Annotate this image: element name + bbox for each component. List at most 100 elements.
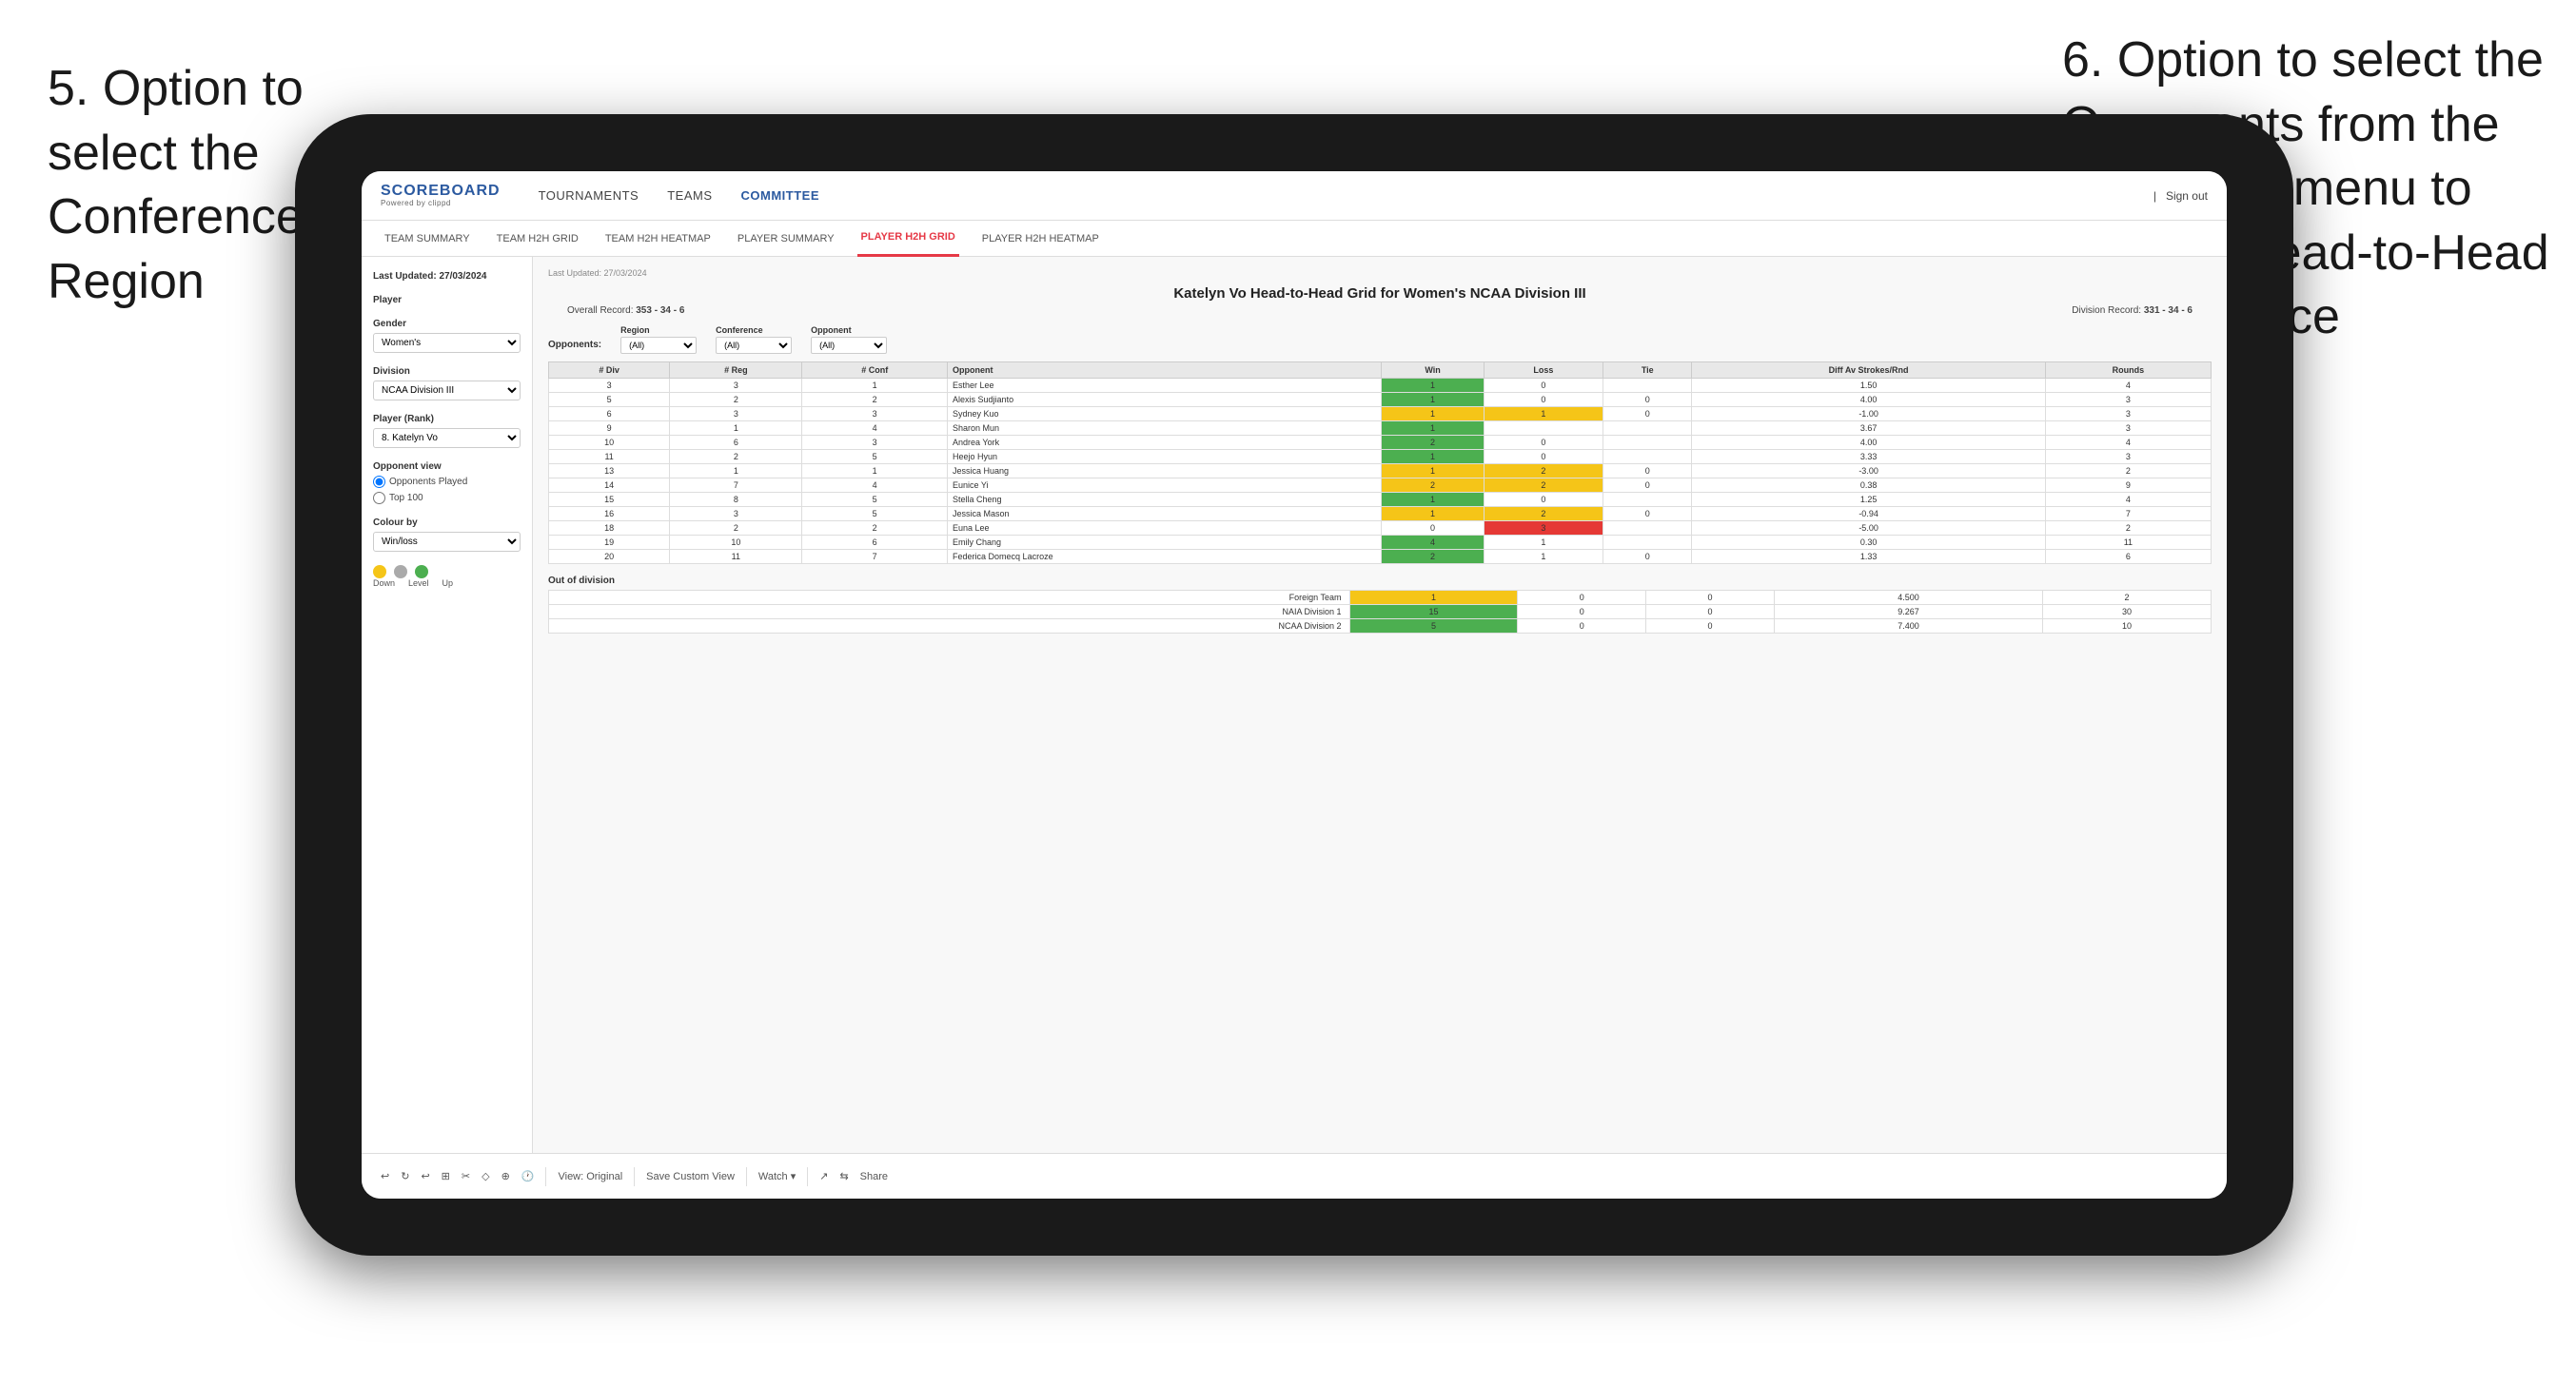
colour-by-select[interactable]: Win/loss	[373, 532, 521, 552]
cell-win: 2	[1382, 436, 1484, 450]
cell-win: 0	[1382, 521, 1484, 536]
toolbar-save-custom[interactable]: Save Custom View	[646, 1171, 735, 1182]
conference-filter: Conference (All)	[716, 325, 792, 354]
cell-loss: 3	[1484, 521, 1603, 536]
toolbar-swap[interactable]: ⇆	[839, 1170, 848, 1182]
ood-cell-opponent: NCAA Division 2	[549, 619, 1350, 634]
last-updated-section: Last Updated: 27/03/2024	[373, 271, 521, 282]
cell-reg: 3	[670, 379, 802, 393]
sub-nav-player-h2h-grid[interactable]: PLAYER H2H GRID	[857, 221, 959, 257]
legend-down: Down	[373, 578, 395, 588]
conference-select[interactable]: (All)	[716, 337, 792, 354]
cell-win: 1	[1382, 379, 1484, 393]
cell-tie	[1603, 421, 1692, 436]
cell-reg: 6	[670, 436, 802, 450]
cell-rounds: 6	[2045, 550, 2211, 564]
toolbar-cut[interactable]: ✂	[462, 1170, 470, 1182]
cell-opponent: Sydney Kuo	[948, 407, 1382, 421]
toolbar-sep-4	[807, 1167, 808, 1186]
cell-win: 1	[1382, 393, 1484, 407]
cell-diff: -0.94	[1692, 507, 2045, 521]
cell-loss: 0	[1484, 450, 1603, 464]
gender-label: Gender	[373, 319, 521, 329]
cell-conf: 3	[802, 407, 948, 421]
toolbar-time[interactable]: 🕐	[521, 1170, 535, 1182]
nav-teams[interactable]: TEAMS	[667, 188, 712, 203]
toolbar-grid[interactable]: ⊞	[442, 1170, 450, 1182]
cell-win: 2	[1382, 478, 1484, 493]
cell-div: 20	[549, 550, 670, 564]
opponents-label: Opponents:	[548, 340, 601, 350]
cell-tie	[1603, 521, 1692, 536]
sub-nav-player-h2h-heatmap[interactable]: PLAYER H2H HEATMAP	[978, 221, 1103, 257]
cell-div: 15	[549, 493, 670, 507]
cell-conf: 2	[802, 393, 948, 407]
col-loss: Loss	[1484, 362, 1603, 379]
cell-diff: 4.00	[1692, 436, 2045, 450]
nav-committee[interactable]: COMMITTEE	[741, 188, 820, 203]
cell-loss: 2	[1484, 507, 1603, 521]
toolbar-back[interactable]: ↩	[421, 1170, 429, 1182]
toolbar-view-original[interactable]: View: Original	[558, 1171, 622, 1182]
ood-cell-win: 15	[1349, 605, 1518, 619]
table-row: 3 3 1 Esther Lee 1 0 1.50 4	[549, 379, 2212, 393]
colour-by-label: Colour by	[373, 517, 521, 528]
toolbar-redo[interactable]: ↻	[401, 1170, 409, 1182]
ood-cell-opponent: NAIA Division 1	[549, 605, 1350, 619]
nav-tournaments[interactable]: TOURNAMENTS	[539, 188, 639, 203]
ood-table-row: Foreign Team 1 0 0 4.500 2	[549, 591, 2212, 605]
radio-opponents-played[interactable]: Opponents Played	[373, 476, 521, 488]
filter-section: Opponents: Region (All) Conference (All)	[548, 325, 2212, 354]
sub-nav-team-h2h-grid[interactable]: TEAM H2H GRID	[493, 221, 582, 257]
sub-nav-team-h2h-heatmap[interactable]: TEAM H2H HEATMAP	[601, 221, 715, 257]
toolbar-diamond[interactable]: ◇	[482, 1170, 489, 1182]
table-row: 14 7 4 Eunice Yi 2 2 0 0.38 9	[549, 478, 2212, 493]
sub-nav-player-summary[interactable]: PLAYER SUMMARY	[734, 221, 838, 257]
cell-tie	[1603, 536, 1692, 550]
sign-out-link[interactable]: Sign out	[2166, 189, 2208, 203]
player-rank-select[interactable]: 8. Katelyn Vo	[373, 428, 521, 448]
opponent-radio-group: Opponents Played Top 100	[373, 476, 521, 504]
cell-diff: -1.00	[1692, 407, 2045, 421]
cell-reg: 3	[670, 407, 802, 421]
cell-rounds: 2	[2045, 464, 2211, 478]
toolbar-add[interactable]: ⊕	[501, 1170, 510, 1182]
legend-up: Up	[442, 578, 454, 588]
radio-top100[interactable]: Top 100	[373, 492, 521, 504]
sub-nav-team-summary[interactable]: TEAM SUMMARY	[381, 221, 474, 257]
gender-select[interactable]: Women's	[373, 333, 521, 353]
toolbar-sep-3	[746, 1167, 747, 1186]
cell-win: 1	[1382, 464, 1484, 478]
player-section: Player	[373, 295, 521, 305]
cell-loss: 1	[1484, 536, 1603, 550]
region-select[interactable]: (All)	[620, 337, 697, 354]
division-select[interactable]: NCAA Division III	[373, 381, 521, 400]
cell-win: 1	[1382, 407, 1484, 421]
sub-nav: TEAM SUMMARY TEAM H2H GRID TEAM H2H HEAT…	[362, 221, 2227, 257]
opponent-select[interactable]: (All)	[811, 337, 887, 354]
logo-area: SCOREBOARD Powered by clippd	[381, 184, 501, 207]
cell-conf: 5	[802, 493, 948, 507]
toolbar-export[interactable]: ↗	[819, 1170, 828, 1182]
ood-cell-tie: 0	[1646, 619, 1775, 634]
toolbar-watch[interactable]: Watch ▾	[758, 1170, 796, 1182]
cell-tie	[1603, 450, 1692, 464]
cell-reg: 2	[670, 450, 802, 464]
cell-diff: -5.00	[1692, 521, 2045, 536]
table-row: 6 3 3 Sydney Kuo 1 1 0 -1.00 3	[549, 407, 2212, 421]
table-row: 19 10 6 Emily Chang 4 1 0.30 11	[549, 536, 2212, 550]
out-of-division-label: Out of division	[548, 576, 2212, 586]
toolbar-share[interactable]: Share	[860, 1171, 888, 1182]
cell-rounds: 2	[2045, 521, 2211, 536]
toolbar-undo[interactable]: ↩	[381, 1170, 389, 1182]
cell-opponent: Esther Lee	[948, 379, 1382, 393]
cell-rounds: 4	[2045, 436, 2211, 450]
color-legend	[373, 565, 521, 578]
cell-win: 4	[1382, 536, 1484, 550]
ood-cell-rounds: 2	[2043, 591, 2212, 605]
col-conf: # Conf	[802, 362, 948, 379]
ood-cell-rounds: 10	[2043, 619, 2212, 634]
color-dot-up	[415, 565, 428, 578]
cell-tie: 0	[1603, 464, 1692, 478]
cell-tie	[1603, 436, 1692, 450]
